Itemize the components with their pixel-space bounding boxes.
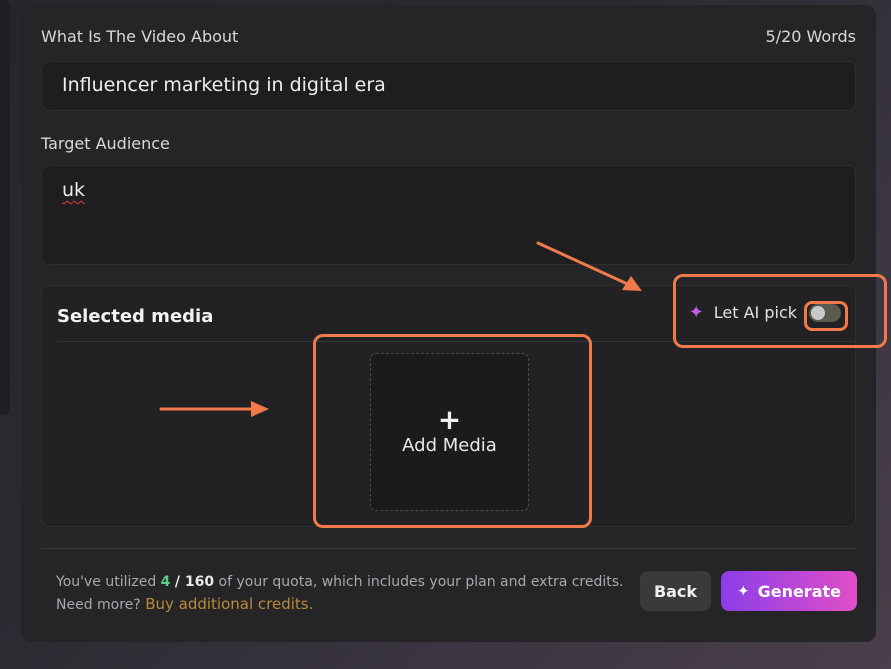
annotation-arrow-add-media [159, 401, 269, 417]
ai-pick-label: Let AI pick [713, 303, 797, 322]
audience-textarea[interactable]: uk [41, 165, 856, 265]
ai-pick-control: ✦ Let AI pick [689, 302, 841, 323]
audience-textarea-value: uk [62, 179, 86, 201]
topic-label: What Is The Video About [41, 27, 239, 46]
quota-text: You've utilized 4 / 160 of your quota, w… [56, 571, 624, 616]
back-button[interactable]: Back [640, 571, 711, 611]
footer-divider [41, 548, 856, 549]
need-more-text: Need more? [56, 597, 141, 613]
quota-suffix: of your quota, which includes your plan … [218, 574, 624, 590]
annotation-arrow-ai-pick [536, 241, 642, 291]
plus-icon: + [437, 402, 462, 436]
add-media-button[interactable]: + Add Media [370, 353, 529, 511]
buy-credits-link[interactable]: Buy additional credits. [145, 595, 313, 613]
quota-prefix: You've utilized [56, 574, 157, 590]
generate-button[interactable]: ✦ Generate [721, 571, 857, 611]
generate-label: Generate [757, 581, 841, 601]
topic-input-value: Influencer marketing in digital era [62, 74, 386, 96]
ai-pick-toggle[interactable] [809, 303, 841, 322]
sparkle-icon: ✦ [688, 302, 704, 323]
selected-media-title: Selected media [57, 306, 214, 327]
audience-label: Target Audience [41, 134, 170, 153]
left-sidebar-edge [0, 0, 10, 415]
quota-total: / 160 [174, 574, 215, 590]
add-media-label: Add Media [402, 434, 497, 456]
sparkle-icon: ✦ [737, 582, 750, 600]
video-form-panel: What Is The Video About 5/20 Words Influ… [21, 5, 876, 642]
media-divider [57, 341, 855, 342]
topic-input[interactable]: Influencer marketing in digital era [41, 61, 856, 111]
quota-used: 4 [160, 574, 171, 590]
word-count: 5/20 Words [765, 27, 856, 46]
toggle-knob [811, 305, 825, 320]
